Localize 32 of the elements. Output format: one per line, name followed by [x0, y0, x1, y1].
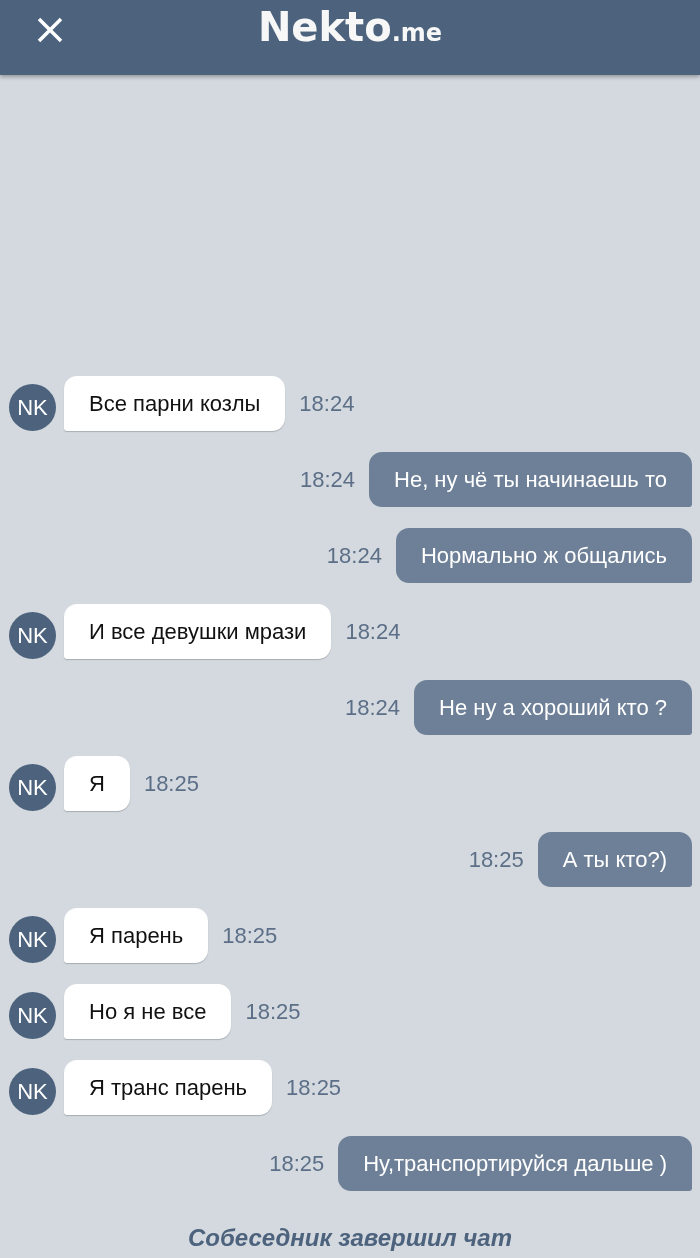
message-time: 18:25 [286, 1074, 342, 1101]
message-bubble: И все девушки мрази [64, 604, 332, 659]
message-bubble: А ты кто?) [537, 832, 692, 887]
avatar: NK [9, 612, 56, 659]
chat-ended-notice: Собеседник завершил чат [187, 1223, 513, 1253]
avatar: NK [9, 384, 56, 431]
message-bubble: Нормально ж общались [395, 528, 692, 583]
avatar: NK [9, 992, 56, 1039]
message-time: 18:25 [269, 1150, 325, 1177]
logo: Nekto [257, 3, 392, 50]
logo-suffix: .me [391, 18, 443, 47]
avatar: NK [9, 1068, 56, 1115]
message-time: 18:24 [299, 390, 355, 417]
message-bubble: Все парни козлы [64, 376, 286, 431]
message-bubble: Не, ну чё ты начинаешь то [369, 452, 692, 507]
message-time: 18:24 [299, 466, 355, 493]
message-time: 18:24 [326, 542, 382, 569]
message-bubble: Я [64, 756, 130, 811]
avatar: NK [9, 916, 56, 963]
message-time: 18:25 [143, 770, 199, 797]
message-bubble: Но я не все [64, 984, 232, 1039]
close-icon [37, 17, 63, 43]
avatar: NK [9, 764, 56, 811]
message-time: 18:25 [245, 998, 301, 1025]
message-bubble: Я парень [64, 908, 209, 963]
message-time: 18:24 [345, 694, 401, 721]
message-time: 18:25 [222, 922, 278, 949]
message-time: 18:25 [468, 846, 524, 873]
message-bubble: Не ну а хороший кто ? [414, 680, 692, 735]
message-bubble: Я транс парень [64, 1060, 273, 1115]
message-time: 18:24 [345, 618, 401, 645]
message-bubble: Ну,транспортируйся дальше ) [338, 1136, 692, 1191]
